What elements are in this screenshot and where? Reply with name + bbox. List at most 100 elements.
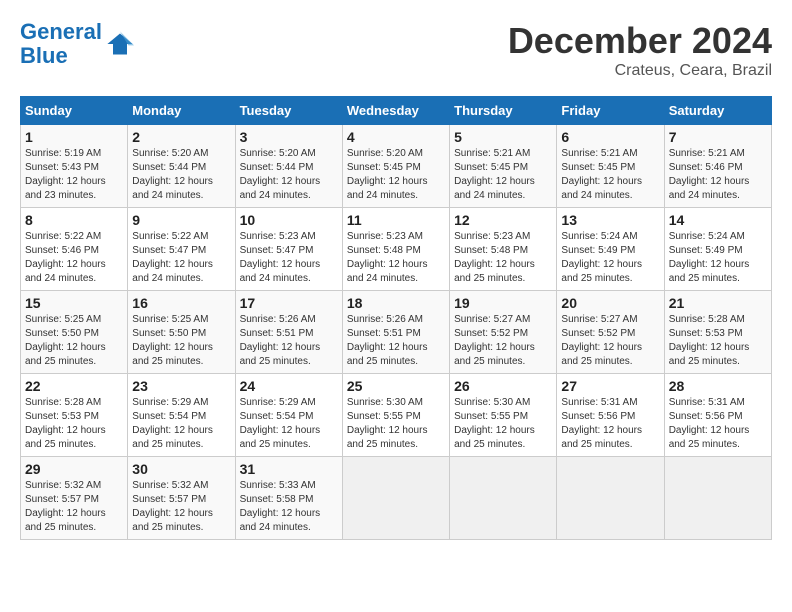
calendar-day-cell: 6 Sunrise: 5:21 AMSunset: 5:45 PMDaylight… <box>557 125 664 208</box>
day-info: Sunrise: 5:32 AMSunset: 5:57 PMDaylight:… <box>25 479 123 535</box>
day-info: Sunrise: 5:33 AMSunset: 5:58 PMDaylight:… <box>240 479 338 535</box>
day-info: Sunrise: 5:22 AMSunset: 5:47 PMDaylight:… <box>132 230 230 286</box>
day-info: Sunrise: 5:29 AMSunset: 5:54 PMDaylight:… <box>132 396 230 452</box>
calendar-day-cell: 15Sunrise: 5:25 AMSunset: 5:50 PMDayligh… <box>21 291 128 374</box>
calendar-day-cell: 21Sunrise: 5:28 AMSunset: 5:53 PMDayligh… <box>664 291 771 374</box>
logo-icon <box>106 30 134 58</box>
calendar-header-cell: Monday <box>128 97 235 125</box>
calendar-header-cell: Tuesday <box>235 97 342 125</box>
day-info: Sunrise: 5:20 AMSunset: 5:44 PMDaylight:… <box>240 147 338 203</box>
day-number: 15 <box>25 295 123 311</box>
day-info: Sunrise: 5:23 AMSunset: 5:48 PMDaylight:… <box>347 230 445 286</box>
calendar-week-row: 1 Sunrise: 5:19 AMSunset: 5:43 PMDaylight… <box>21 125 772 208</box>
calendar-week-row: 29 Sunrise: 5:32 AMSunset: 5:57 PMDayligh… <box>21 457 772 540</box>
calendar-day-cell: 22 Sunrise: 5:28 AMSunset: 5:53 PMDayligh… <box>21 374 128 457</box>
calendar-day-cell: 23 Sunrise: 5:29 AMSunset: 5:54 PMDayligh… <box>128 374 235 457</box>
calendar-day-cell: 29 Sunrise: 5:32 AMSunset: 5:57 PMDayligh… <box>21 457 128 540</box>
calendar-day-cell: 25 Sunrise: 5:30 AMSunset: 5:55 PMDayligh… <box>342 374 449 457</box>
calendar-day-cell: 14 Sunrise: 5:24 AMSunset: 5:49 PMDayligh… <box>664 208 771 291</box>
day-number: 7 <box>669 129 767 145</box>
day-info: Sunrise: 5:24 AMSunset: 5:49 PMDaylight:… <box>669 230 767 286</box>
calendar-day-cell: 17 Sunrise: 5:26 AMSunset: 5:51 PMDayligh… <box>235 291 342 374</box>
day-info: Sunrise: 5:27 AMSunset: 5:52 PMDaylight:… <box>454 313 552 369</box>
calendar-table: SundayMondayTuesdayWednesdayThursdayFrid… <box>20 96 772 540</box>
calendar-day-cell: 27 Sunrise: 5:31 AMSunset: 5:56 PMDayligh… <box>557 374 664 457</box>
calendar-day-cell <box>557 457 664 540</box>
calendar-day-cell: 26 Sunrise: 5:30 AMSunset: 5:55 PMDayligh… <box>450 374 557 457</box>
logo-text: General Blue <box>20 20 102 68</box>
calendar-day-cell: 2 Sunrise: 5:20 AMSunset: 5:44 PMDaylight… <box>128 125 235 208</box>
day-number: 1 <box>25 129 123 145</box>
day-number: 21 <box>669 295 767 311</box>
day-number: 17 <box>240 295 338 311</box>
calendar-day-cell: 5 Sunrise: 5:21 AMSunset: 5:45 PMDaylight… <box>450 125 557 208</box>
calendar-day-cell <box>450 457 557 540</box>
calendar-day-cell <box>342 457 449 540</box>
day-number: 4 <box>347 129 445 145</box>
calendar-day-cell: 18 Sunrise: 5:26 AMSunset: 5:51 PMDayligh… <box>342 291 449 374</box>
day-info: Sunrise: 5:19 AMSunset: 5:43 PMDaylight:… <box>25 147 123 203</box>
day-info: Sunrise: 5:27 AMSunset: 5:52 PMDaylight:… <box>561 313 659 369</box>
logo-line2: Blue <box>20 43 68 68</box>
day-info: Sunrise: 5:32 AMSunset: 5:57 PMDaylight:… <box>132 479 230 535</box>
day-number: 26 <box>454 378 552 394</box>
calendar-header-cell: Wednesday <box>342 97 449 125</box>
page-title: December 2024 <box>508 20 772 62</box>
calendar-day-cell: 24 Sunrise: 5:29 AMSunset: 5:54 PMDayligh… <box>235 374 342 457</box>
day-info: Sunrise: 5:26 AMSunset: 5:51 PMDaylight:… <box>240 313 338 369</box>
day-number: 18 <box>347 295 445 311</box>
calendar-header-cell: Friday <box>557 97 664 125</box>
day-info: Sunrise: 5:21 AMSunset: 5:45 PMDaylight:… <box>454 147 552 203</box>
page-subtitle: Crateus, Ceara, Brazil <box>508 62 772 80</box>
day-number: 27 <box>561 378 659 394</box>
calendar-day-cell: 20 Sunrise: 5:27 AMSunset: 5:52 PMDayligh… <box>557 291 664 374</box>
day-number: 22 <box>25 378 123 394</box>
day-number: 29 <box>25 461 123 477</box>
calendar-day-cell: 30 Sunrise: 5:32 AMSunset: 5:57 PMDayligh… <box>128 457 235 540</box>
calendar-day-cell: 16Sunrise: 5:25 AMSunset: 5:50 PMDayligh… <box>128 291 235 374</box>
day-info: Sunrise: 5:30 AMSunset: 5:55 PMDaylight:… <box>454 396 552 452</box>
day-info: Sunrise: 5:22 AMSunset: 5:46 PMDaylight:… <box>25 230 123 286</box>
day-number: 2 <box>132 129 230 145</box>
calendar-day-cell: 8 Sunrise: 5:22 AMSunset: 5:46 PMDaylight… <box>21 208 128 291</box>
calendar-week-row: 22 Sunrise: 5:28 AMSunset: 5:53 PMDayligh… <box>21 374 772 457</box>
day-number: 19 <box>454 295 552 311</box>
day-info: Sunrise: 5:31 AMSunset: 5:56 PMDaylight:… <box>561 396 659 452</box>
day-number: 24 <box>240 378 338 394</box>
day-info: Sunrise: 5:21 AMSunset: 5:45 PMDaylight:… <box>561 147 659 203</box>
day-info: Sunrise: 5:28 AMSunset: 5:53 PMDaylight:… <box>25 396 123 452</box>
day-info: Sunrise: 5:20 AMSunset: 5:45 PMDaylight:… <box>347 147 445 203</box>
calendar-day-cell: 9Sunrise: 5:22 AMSunset: 5:47 PMDaylight… <box>128 208 235 291</box>
calendar-day-cell: 10Sunrise: 5:23 AMSunset: 5:47 PMDayligh… <box>235 208 342 291</box>
day-number: 25 <box>347 378 445 394</box>
calendar-day-cell: 31 Sunrise: 5:33 AMSunset: 5:58 PMDayligh… <box>235 457 342 540</box>
day-info: Sunrise: 5:23 AMSunset: 5:48 PMDaylight:… <box>454 230 552 286</box>
day-info: Sunrise: 5:26 AMSunset: 5:51 PMDaylight:… <box>347 313 445 369</box>
calendar-day-cell: 28Sunrise: 5:31 AMSunset: 5:56 PMDayligh… <box>664 374 771 457</box>
day-number: 6 <box>561 129 659 145</box>
calendar-day-cell: 13 Sunrise: 5:24 AMSunset: 5:49 PMDayligh… <box>557 208 664 291</box>
day-info: Sunrise: 5:25 AMSunset: 5:50 PMDaylight:… <box>132 313 230 369</box>
calendar-day-cell: 7Sunrise: 5:21 AMSunset: 5:46 PMDaylight… <box>664 125 771 208</box>
day-number: 23 <box>132 378 230 394</box>
day-number: 30 <box>132 461 230 477</box>
calendar-day-cell <box>664 457 771 540</box>
day-info: Sunrise: 5:30 AMSunset: 5:55 PMDaylight:… <box>347 396 445 452</box>
day-info: Sunrise: 5:24 AMSunset: 5:49 PMDaylight:… <box>561 230 659 286</box>
logo: General Blue <box>20 20 134 68</box>
calendar-day-cell: 3Sunrise: 5:20 AMSunset: 5:44 PMDaylight… <box>235 125 342 208</box>
day-number: 14 <box>669 212 767 228</box>
day-number: 20 <box>561 295 659 311</box>
calendar-header-cell: Sunday <box>21 97 128 125</box>
day-number: 10 <box>240 212 338 228</box>
day-number: 13 <box>561 212 659 228</box>
day-number: 8 <box>25 212 123 228</box>
day-info: Sunrise: 5:29 AMSunset: 5:54 PMDaylight:… <box>240 396 338 452</box>
calendar-header-cell: Saturday <box>664 97 771 125</box>
day-number: 12 <box>454 212 552 228</box>
day-number: 28 <box>669 378 767 394</box>
day-number: 5 <box>454 129 552 145</box>
day-number: 31 <box>240 461 338 477</box>
calendar-day-cell: 1 Sunrise: 5:19 AMSunset: 5:43 PMDaylight… <box>21 125 128 208</box>
day-info: Sunrise: 5:20 AMSunset: 5:44 PMDaylight:… <box>132 147 230 203</box>
